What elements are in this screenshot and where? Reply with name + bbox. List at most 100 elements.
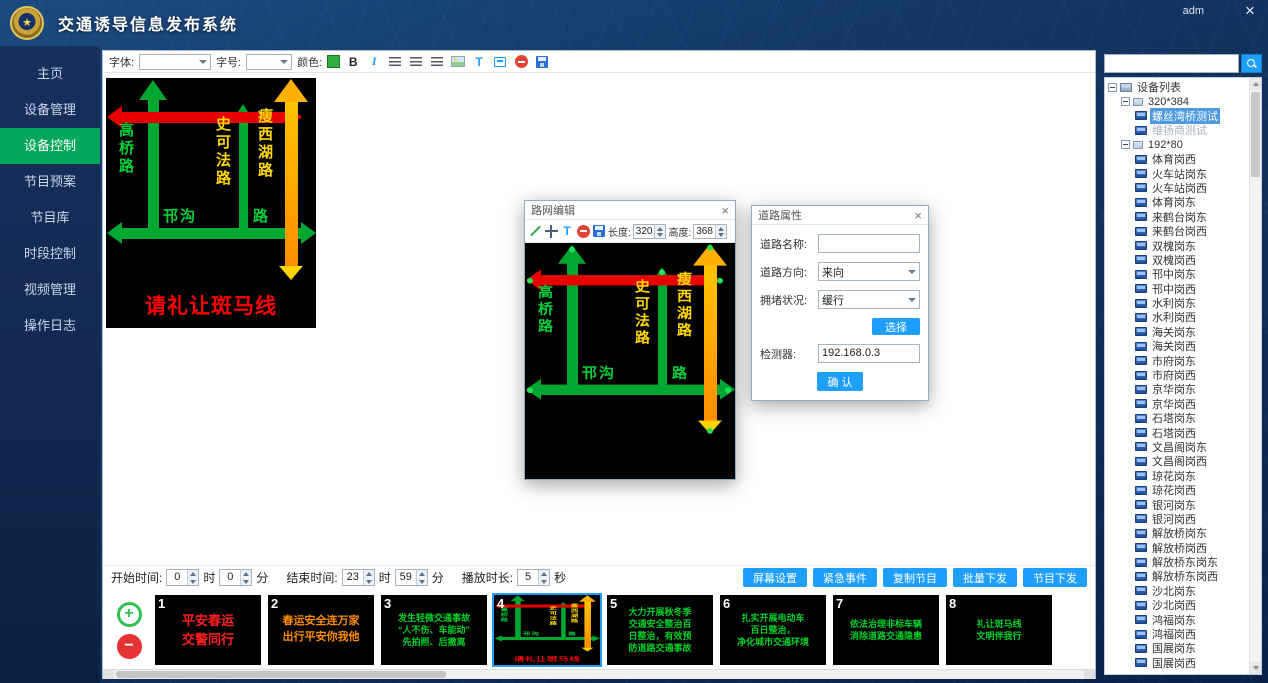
- down-arrow-icon[interactable]: [188, 578, 198, 586]
- up-arrow-icon[interactable]: [188, 570, 198, 578]
- save-button[interactable]: [534, 54, 550, 70]
- tree-row[interactable]: 银河岗西: [1108, 512, 1247, 526]
- device-search-input[interactable]: [1104, 54, 1239, 73]
- down-arrow-icon[interactable]: [241, 578, 251, 586]
- scroll-thumb[interactable]: [1251, 92, 1260, 177]
- end-minute-spinner[interactable]: 59: [395, 569, 428, 586]
- tree-row[interactable]: 市府岗东: [1108, 353, 1247, 367]
- align-left-button[interactable]: [387, 54, 403, 70]
- tree-expander-icon[interactable]: [1121, 140, 1130, 149]
- delete-button[interactable]: [513, 54, 529, 70]
- confirm-button[interactable]: 确 认: [817, 372, 862, 391]
- horizontal-scrollbar[interactable]: [103, 669, 1095, 679]
- edit-handle[interactable]: [527, 278, 533, 284]
- tree-expander-icon[interactable]: [1121, 97, 1130, 106]
- sidebar-item[interactable]: 时段控制: [0, 236, 100, 272]
- tree-row[interactable]: 鸿福岗东: [1108, 612, 1247, 626]
- color-swatch[interactable]: [327, 55, 340, 68]
- down-arrow-icon[interactable]: [655, 231, 665, 238]
- search-button[interactable]: [1241, 54, 1262, 73]
- tree-row[interactable]: 体育岗东: [1108, 195, 1247, 209]
- down-arrow-icon[interactable]: [716, 231, 726, 238]
- scroll-left-arrow[interactable]: [103, 670, 114, 679]
- led-preview-canvas[interactable]: 高桥路 史可法路 瘦西湖路 邗沟 路 请礼让斑马线: [106, 78, 316, 328]
- tree-row[interactable]: 来鹤台岗东: [1108, 210, 1247, 224]
- tree-row[interactable]: 沙北岗东: [1108, 584, 1247, 598]
- spinner-arrows[interactable]: [538, 570, 549, 585]
- tree-row[interactable]: 市府岗西: [1108, 368, 1247, 382]
- up-arrow-icon[interactable]: [364, 570, 374, 578]
- text-tool-button[interactable]: T: [560, 223, 574, 239]
- spinner-arrows[interactable]: [363, 570, 374, 585]
- sidebar-item[interactable]: 视频管理: [0, 272, 100, 308]
- duration-spinner[interactable]: 5: [517, 569, 550, 586]
- action-button[interactable]: 批量下发: [953, 568, 1017, 587]
- tree-row[interactable]: 192*80: [1108, 138, 1247, 152]
- action-button[interactable]: 屏幕设置: [743, 568, 807, 587]
- tree-row[interactable]: 国展岗东: [1108, 641, 1247, 655]
- font-size-select[interactable]: [246, 54, 292, 70]
- tree-row[interactable]: 邗中岗西: [1108, 281, 1247, 295]
- edit-handle[interactable]: [707, 428, 713, 434]
- action-button[interactable]: 节目下发: [1023, 568, 1087, 587]
- edit-handle[interactable]: [717, 278, 723, 284]
- tree-row[interactable]: 火车站岗西: [1108, 181, 1247, 195]
- program-thumb-1[interactable]: 1 平安春运 交警同行: [155, 595, 261, 665]
- action-button[interactable]: 复制节目: [883, 568, 947, 587]
- tree-row[interactable]: 海关岗西: [1108, 339, 1247, 353]
- led-preview[interactable]: 高桥路 史可法路 瘦西湖路 邗沟 路 请礼让斑马线: [106, 78, 316, 328]
- edit-handle[interactable]: [569, 247, 575, 253]
- delete-tool-button[interactable]: [576, 223, 590, 239]
- tree-row[interactable]: 320*384: [1108, 94, 1247, 108]
- align-center-button[interactable]: [408, 54, 424, 70]
- tree-row[interactable]: 石塔岗西: [1108, 425, 1247, 439]
- road-direction-select[interactable]: 来向: [818, 262, 920, 281]
- italic-button[interactable]: I: [366, 54, 382, 70]
- down-arrow-icon[interactable]: [364, 578, 374, 586]
- congestion-select[interactable]: 缓行: [818, 290, 920, 309]
- length-spinner[interactable]: 320: [633, 224, 667, 239]
- tree-row[interactable]: 火车站岗东: [1108, 166, 1247, 180]
- tree-row[interactable]: 文昌阁岗东: [1108, 440, 1247, 454]
- scroll-up-arrow[interactable]: [1250, 78, 1261, 90]
- remove-program-button[interactable]: −: [117, 634, 142, 659]
- program-thumb-8[interactable]: 8 礼让斑马线 文明伴我行: [946, 595, 1052, 665]
- program-thumb-4-selected[interactable]: 高桥路 史可法路 瘦西湖路 邗沟 路 请礼让斑马线 4: [494, 595, 600, 665]
- tree-row[interactable]: 设备列表: [1108, 80, 1247, 94]
- program-thumb-3[interactable]: 3 发生轻微交通事故 “人不伤、车能动” 先拍照、后撤离: [381, 595, 487, 665]
- sidebar-item[interactable]: 节目库: [0, 200, 100, 236]
- save-tool-button[interactable]: [592, 223, 606, 239]
- scroll-thumb[interactable]: [116, 671, 446, 678]
- tree-row[interactable]: 解放桥东岗西: [1108, 569, 1247, 583]
- edit-handle[interactable]: [725, 387, 731, 393]
- program-thumb-2[interactable]: 2 春运安全连万家 出行平安你我他: [268, 595, 374, 665]
- scroll-down-arrow[interactable]: [1250, 662, 1261, 674]
- spinner-arrows[interactable]: [715, 225, 726, 238]
- tree-row[interactable]: 石塔岗东: [1108, 411, 1247, 425]
- add-program-button[interactable]: +: [117, 602, 142, 627]
- tree-expander-icon[interactable]: [1108, 83, 1117, 92]
- edit-handle[interactable]: [707, 245, 713, 251]
- end-hour-spinner[interactable]: 23: [342, 569, 375, 586]
- up-arrow-icon[interactable]: [241, 570, 251, 578]
- spinner-arrows[interactable]: [416, 570, 427, 585]
- dialog-close-button[interactable]: ×: [914, 209, 922, 222]
- sidebar-item[interactable]: 设备管理: [0, 92, 100, 128]
- sidebar-item[interactable]: 主页: [0, 56, 100, 92]
- sidebar-item[interactable]: 设备控制: [0, 128, 100, 164]
- tree-row[interactable]: 国展岗西: [1108, 656, 1247, 670]
- move-tool-button[interactable]: [544, 223, 558, 239]
- spinner-arrows[interactable]: [654, 225, 665, 238]
- tree-row[interactable]: 文昌阁岗西: [1108, 454, 1247, 468]
- tree-row[interactable]: 双槐岗西: [1108, 253, 1247, 267]
- insert-text-button[interactable]: T: [471, 54, 487, 70]
- sidebar-item[interactable]: 节目预案: [0, 164, 100, 200]
- tree-scrollbar[interactable]: [1249, 78, 1261, 674]
- tree-row[interactable]: 解放桥岗东: [1108, 526, 1247, 540]
- align-right-button[interactable]: [429, 54, 445, 70]
- height-spinner[interactable]: 368: [693, 224, 727, 239]
- select-detector-button[interactable]: 选择: [872, 318, 920, 335]
- down-arrow-icon[interactable]: [539, 578, 549, 586]
- down-arrow-icon[interactable]: [417, 578, 427, 586]
- dialog-close-button[interactable]: ×: [721, 204, 729, 217]
